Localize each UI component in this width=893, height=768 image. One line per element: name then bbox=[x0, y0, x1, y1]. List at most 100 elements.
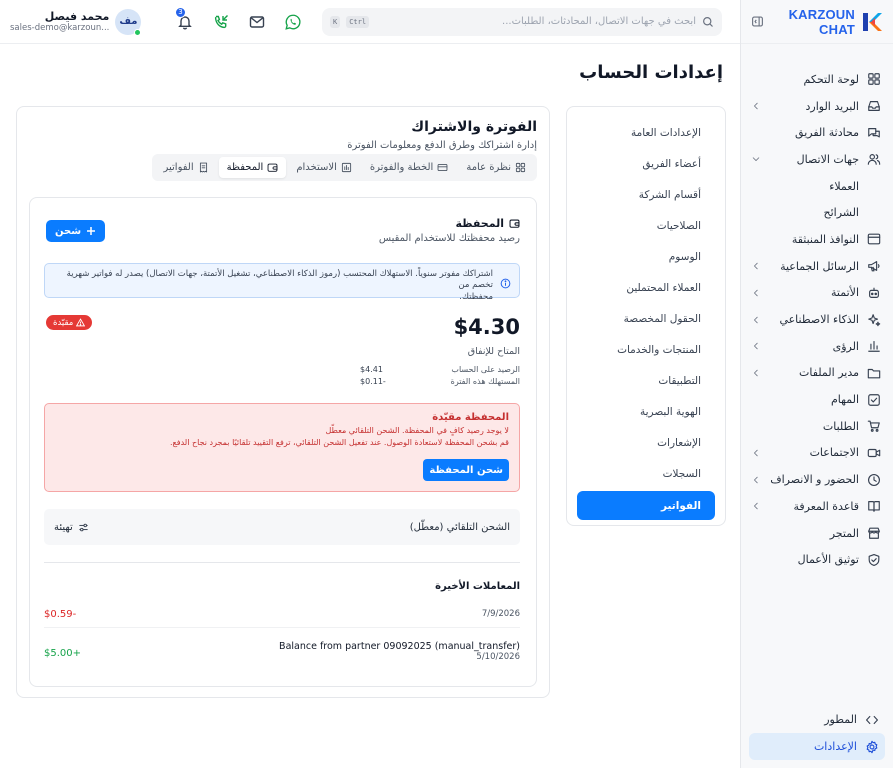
online-status-dot bbox=[134, 28, 142, 36]
chevron-left-icon[interactable] bbox=[751, 368, 761, 378]
chevron-left-icon[interactable] bbox=[751, 315, 761, 325]
whatsapp-icon[interactable] bbox=[284, 13, 302, 31]
billing-card: الفوترة والاشتراك إدارة اشتراكك وطرق الد… bbox=[16, 106, 550, 698]
sidebar-item[interactable]: الذكاء الاصطناعي bbox=[741, 306, 893, 333]
info-icon bbox=[499, 270, 511, 297]
sidebar: KARZOUN CHAT لوحة التحكم البريد الوارد محا… bbox=[740, 0, 893, 768]
sidebar-item[interactable]: مدير الملفات bbox=[741, 360, 893, 387]
tab[interactable]: الخطة والفوترة bbox=[362, 157, 456, 178]
transaction-amount: $0.59- bbox=[44, 609, 77, 620]
chevron-down-icon[interactable] bbox=[751, 154, 761, 164]
settings-nav-item[interactable]: الصلاحيات bbox=[577, 210, 715, 241]
settings-nav-item[interactable]: المنتجات والخدمات bbox=[577, 334, 715, 365]
transaction-date: 5/10/2026 bbox=[476, 652, 520, 662]
tab[interactable]: المحفظة bbox=[218, 157, 287, 178]
charge-wallet-button[interactable]: شحن المحفظة bbox=[423, 459, 509, 481]
tab[interactable]: الفواتير bbox=[155, 157, 216, 178]
settings-nav-item[interactable]: العملاء المحتملين bbox=[577, 272, 715, 303]
clock-icon bbox=[867, 473, 881, 487]
settings-nav-item[interactable]: أعضاء الفريق bbox=[577, 148, 715, 179]
book-icon bbox=[867, 499, 881, 513]
sidebar-collapse-icon[interactable] bbox=[751, 15, 764, 28]
billing-title: الفوترة والاشتراك bbox=[411, 119, 537, 135]
sidebar-item-label: العملاء bbox=[829, 179, 859, 193]
chevron-left-icon[interactable] bbox=[751, 101, 761, 111]
setup-button-label: تهيئة bbox=[54, 521, 73, 533]
chevron-left-icon[interactable] bbox=[751, 475, 761, 485]
dashboard-icon bbox=[867, 72, 881, 86]
karzoun-logo-icon[interactable] bbox=[861, 11, 883, 33]
bell-icon[interactable]: 3 bbox=[175, 6, 194, 31]
sidebar-item[interactable]: الرسائل الجماعية bbox=[741, 253, 893, 280]
charge-button-label: شحن bbox=[55, 225, 82, 237]
sidebar-item-label: البريد الوارد bbox=[805, 99, 860, 113]
tab[interactable]: الاستخدام bbox=[288, 157, 360, 178]
sidebar-item[interactable]: المتجر bbox=[741, 520, 893, 547]
settings-nav-item[interactable]: التطبيقات bbox=[577, 365, 715, 396]
wallet-icon bbox=[509, 218, 520, 229]
search-input[interactable]: ابحث في جهات الاتصال، المحادثات، الطلبات… bbox=[322, 7, 722, 36]
settings-nav-item[interactable]: الهوية البصرية bbox=[577, 396, 715, 427]
topbar-actions: 3 bbox=[175, 6, 302, 31]
sidebar-item[interactable]: المهام bbox=[741, 386, 893, 413]
transaction-row: Balance from partner 09092025 (manual_tr… bbox=[44, 641, 520, 662]
grid-icon bbox=[515, 162, 526, 173]
tab-label: الفواتير bbox=[163, 162, 194, 173]
status-badge: مقيّدة bbox=[46, 315, 93, 330]
settings-nav-item[interactable]: الإعدادات العامة bbox=[577, 117, 715, 148]
sidebar-item[interactable]: المطور bbox=[749, 707, 885, 734]
notification-count-badge: 3 bbox=[175, 6, 186, 18]
sidebar-item[interactable]: الحضور و الانصراف bbox=[741, 466, 893, 493]
folder-icon bbox=[867, 366, 881, 380]
wallet-subtitle: رصيد محفظتك للاستخدام المقيس bbox=[378, 233, 520, 244]
settings-nav-item-active[interactable]: الفواتير bbox=[577, 491, 715, 520]
tab[interactable]: نظرة عامة bbox=[458, 157, 534, 178]
charge-button[interactable]: شحن bbox=[46, 220, 106, 242]
sidebar-item[interactable]: الأتمتة bbox=[741, 280, 893, 307]
divider bbox=[44, 562, 520, 563]
sidebar-item[interactable]: العملاء bbox=[741, 173, 893, 200]
sidebar-item-label: لوحة التحكم bbox=[803, 72, 859, 86]
bot-icon bbox=[867, 286, 881, 300]
sidebar-item[interactable]: الشرائح bbox=[741, 199, 893, 226]
sidebar-item[interactable]: محادثة الفريق bbox=[741, 119, 893, 146]
sidebar-item-label: الرؤى bbox=[832, 339, 859, 353]
settings-nav-item[interactable]: الحقول المخصصة bbox=[577, 303, 715, 334]
wallet-card: المحفظة رصيد محفظتك للاستخدام المقيس شحن… bbox=[29, 197, 537, 687]
sidebar-item[interactable]: الطلبات bbox=[741, 413, 893, 440]
sidebar-item[interactable]: توثيق الأعمال bbox=[741, 546, 893, 573]
alert-line-1: لا يوجد رصيد كافٍ في المحفظة. الشحن التل… bbox=[325, 426, 509, 435]
phone-call-icon[interactable] bbox=[212, 13, 230, 31]
cart-icon bbox=[867, 419, 881, 433]
sidebar-item[interactable]: قاعدة المعرفة bbox=[741, 493, 893, 520]
sidebar-item[interactable]: لوحة التحكم bbox=[741, 66, 893, 93]
user-menu[interactable]: مف محمد فيصل sales-demo@karzoun... bbox=[10, 8, 142, 36]
avatar[interactable]: مف bbox=[115, 8, 142, 36]
settings-nav-item[interactable]: الوسوم bbox=[577, 241, 715, 272]
sidebar-item-label: الاجتماعات bbox=[809, 446, 859, 460]
users-icon bbox=[867, 152, 881, 166]
settings-sliders-icon bbox=[78, 522, 89, 533]
chevron-left-icon[interactable] bbox=[751, 448, 761, 458]
setup-button[interactable]: تهيئة bbox=[54, 522, 89, 533]
tab-label: المحفظة bbox=[226, 162, 264, 173]
chevron-left-icon[interactable] bbox=[751, 288, 761, 298]
chevron-left-icon[interactable] bbox=[751, 261, 761, 271]
wallet-header: المحفظة bbox=[455, 217, 520, 230]
settings-nav-item[interactable]: أقسام الشركة bbox=[577, 179, 715, 210]
sidebar-item[interactable]: جهات الاتصال bbox=[741, 146, 893, 173]
sidebar-item[interactable]: البريد الوارد bbox=[741, 93, 893, 120]
sidebar-item[interactable]: الاجتماعات bbox=[741, 440, 893, 467]
chevron-left-icon[interactable] bbox=[751, 501, 761, 511]
chevron-left-icon[interactable] bbox=[751, 341, 761, 351]
sidebar-nav: لوحة التحكم البريد الوارد محادثة الفريق جها… bbox=[741, 44, 893, 573]
billing-subtitle: إدارة اشتراكك وطرق الدفع ومعلومات الفوتر… bbox=[347, 140, 537, 151]
sidebar-item[interactable]: الرؤى bbox=[741, 333, 893, 360]
mail-icon[interactable] bbox=[248, 13, 266, 31]
user-name: محمد فيصل bbox=[44, 10, 110, 23]
sidebar-item[interactable]: النوافذ المنبثقة bbox=[741, 226, 893, 253]
alert-line-2: قم بشحن المحفظة لاستعادة الوصول. عند تفع… bbox=[169, 438, 509, 447]
settings-nav-item[interactable]: السجلات bbox=[577, 458, 715, 489]
settings-nav-item[interactable]: الإشعارات bbox=[577, 427, 715, 458]
sidebar-item[interactable]: الإعدادات bbox=[749, 733, 885, 760]
